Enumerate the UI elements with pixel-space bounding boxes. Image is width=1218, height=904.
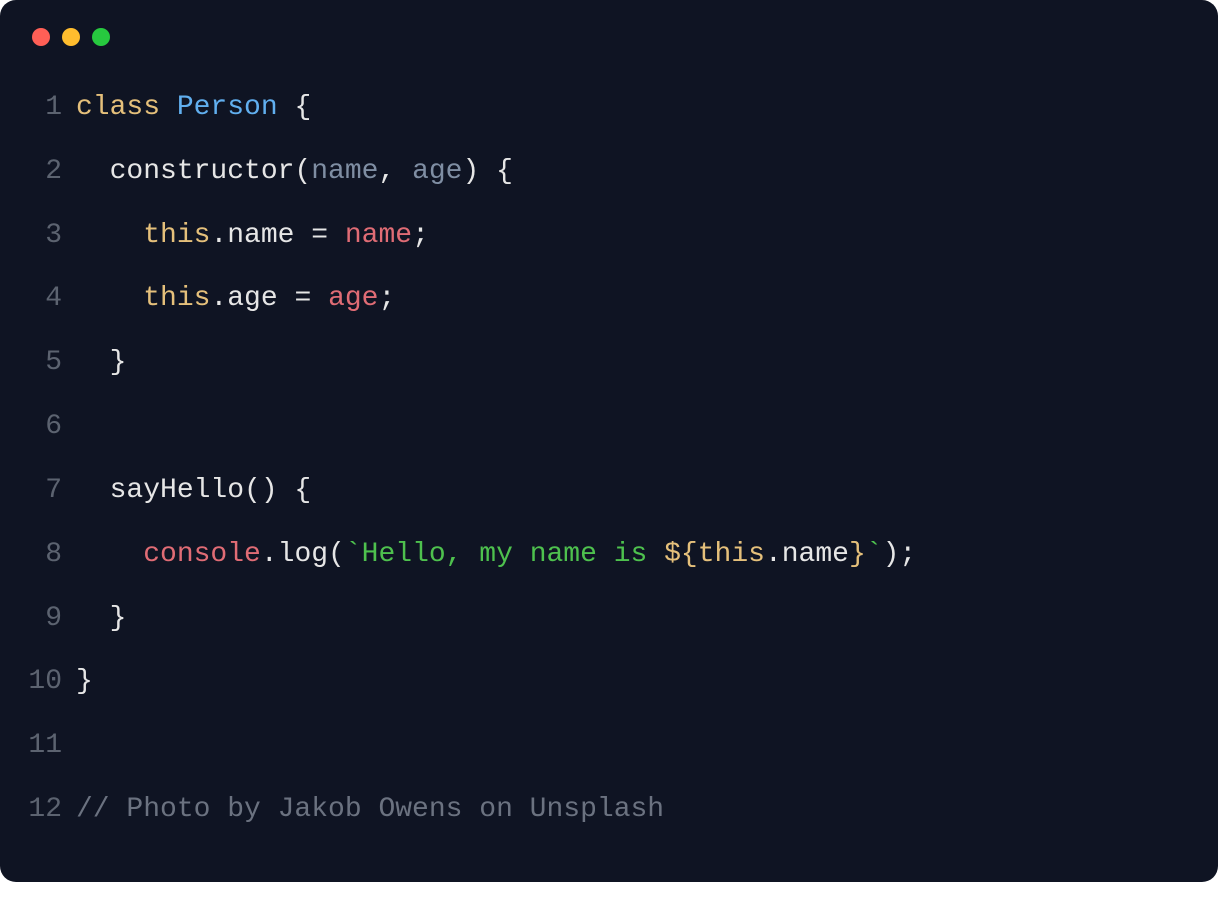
code-text: } [76,650,93,714]
code-line: 11 [0,714,1182,778]
code-line: 10} [0,650,1182,714]
line-number: 12 [0,778,76,842]
code-line: 8 console.log(`Hello, my name is ${this.… [0,523,1182,587]
line-number: 6 [0,395,76,459]
code-text: constructor(name, age) { [76,140,513,204]
code-text: class Person { [76,76,311,140]
code-line: 2 constructor(name, age) { [0,140,1182,204]
line-number: 9 [0,587,76,651]
code-line: 12// Photo by Jakob Owens on Unsplash [0,778,1182,842]
code-text: } [76,331,126,395]
code-text: sayHello() { [76,459,311,523]
code-text: // Photo by Jakob Owens on Unsplash [76,778,664,842]
line-number: 11 [0,714,76,778]
line-number: 4 [0,267,76,331]
code-text: } [76,587,126,651]
code-line: 7 sayHello() { [0,459,1182,523]
code-line: 6 [0,395,1182,459]
code-line: 5 } [0,331,1182,395]
minimize-icon[interactable] [62,28,80,46]
line-number: 3 [0,204,76,268]
code-line: 9 } [0,587,1182,651]
close-icon[interactable] [32,28,50,46]
line-number: 7 [0,459,76,523]
line-number: 10 [0,650,76,714]
window-titlebar [0,28,1218,76]
code-line: 3 this.name = name; [0,204,1182,268]
line-number: 1 [0,76,76,140]
maximize-icon[interactable] [92,28,110,46]
line-number: 2 [0,140,76,204]
code-text: this.age = age; [76,267,395,331]
code-line: 1class Person { [0,76,1182,140]
line-number: 5 [0,331,76,395]
code-text: this.name = name; [76,204,429,268]
code-editor: 1class Person {2 constructor(name, age) … [0,76,1218,842]
line-number: 8 [0,523,76,587]
code-window: 1class Person {2 constructor(name, age) … [0,0,1218,882]
code-line: 4 this.age = age; [0,267,1182,331]
code-text: console.log(`Hello, my name is ${this.na… [76,523,916,587]
